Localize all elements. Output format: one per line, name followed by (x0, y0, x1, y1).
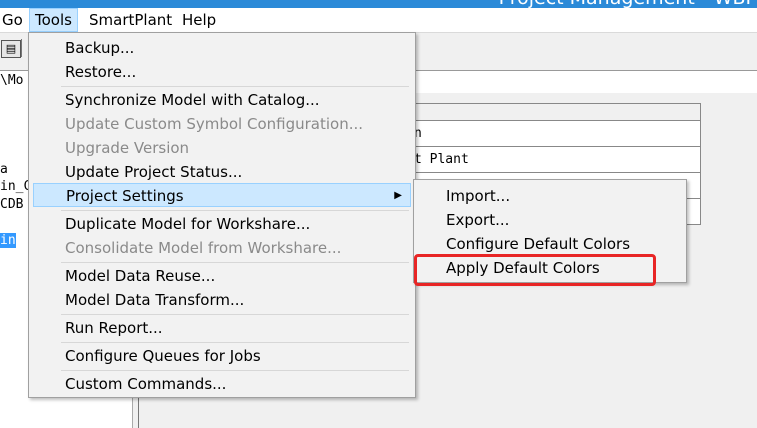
menu-separator (61, 262, 409, 263)
menu-go[interactable]: Go (0, 9, 28, 31)
tree-node-selected[interactable]: in (0, 233, 16, 248)
menu-item-restore[interactable]: Restore... (33, 60, 411, 84)
menu-item-project-settings[interactable]: Project Settings ▶ (33, 183, 411, 207)
title-bar: Project Management - WBP (0, 0, 757, 8)
menu-item-backup[interactable]: Backup... (33, 36, 411, 60)
grid-header (413, 103, 701, 121)
tree-node[interactable]: in_C (0, 179, 31, 194)
grid-row[interactable]: n (413, 121, 701, 147)
menu-bar: Go Tools SmartPlant Help (0, 8, 757, 33)
submenu-item-import[interactable]: Import... (418, 184, 682, 208)
properties-icon[interactable]: ▤ (1, 40, 21, 58)
menu-item-model-data-reuse[interactable]: Model Data Reuse... (33, 264, 411, 288)
path-text: \Mo (0, 73, 24, 88)
menu-item-configure-queues[interactable]: Configure Queues for Jobs (33, 344, 411, 368)
submenu-item-export[interactable]: Export... (418, 208, 682, 232)
menu-smartplant[interactable]: SmartPlant (84, 9, 177, 31)
menu-separator (61, 370, 409, 371)
menu-item-run-report[interactable]: Run Report... (33, 316, 411, 340)
window-title: Project Management - WBP (499, 0, 757, 8)
toolbar-separator (21, 39, 28, 57)
menu-separator (61, 86, 409, 87)
menu-separator (61, 210, 409, 211)
menu-separator (61, 342, 409, 343)
menu-item-model-data-transform[interactable]: Model Data Transform... (33, 288, 411, 312)
menu-item-update-custom-symbol[interactable]: Update Custom Symbol Configuration... (33, 112, 411, 136)
submenu-item-configure-default-colors[interactable]: Configure Default Colors (418, 232, 682, 256)
menu-item-consolidate-model[interactable]: Consolidate Model from Workshare... (33, 236, 411, 260)
tree-node[interactable]: CDB (0, 197, 23, 212)
menu-item-upgrade-version[interactable]: Upgrade Version (33, 136, 411, 160)
annotation-highlight-box (414, 254, 656, 286)
menu-item-update-project-status[interactable]: Update Project Status... (33, 160, 411, 184)
menu-item-custom-commands[interactable]: Custom Commands... (33, 372, 411, 396)
menu-item-duplicate-model[interactable]: Duplicate Model for Workshare... (33, 212, 411, 236)
menu-separator (61, 314, 409, 315)
menu-help[interactable]: Help (177, 9, 221, 31)
tree-node[interactable]: a (0, 162, 8, 177)
tools-menu: Backup... Restore... Synchronize Model w… (28, 32, 416, 398)
grid-row[interactable]: t Plant (413, 147, 701, 173)
menu-tools[interactable]: Tools (29, 8, 78, 32)
menu-item-label: Project Settings (66, 187, 184, 205)
menu-item-synchronize-model[interactable]: Synchronize Model with Catalog... (33, 88, 411, 112)
submenu-arrow-icon: ▶ (394, 190, 402, 201)
